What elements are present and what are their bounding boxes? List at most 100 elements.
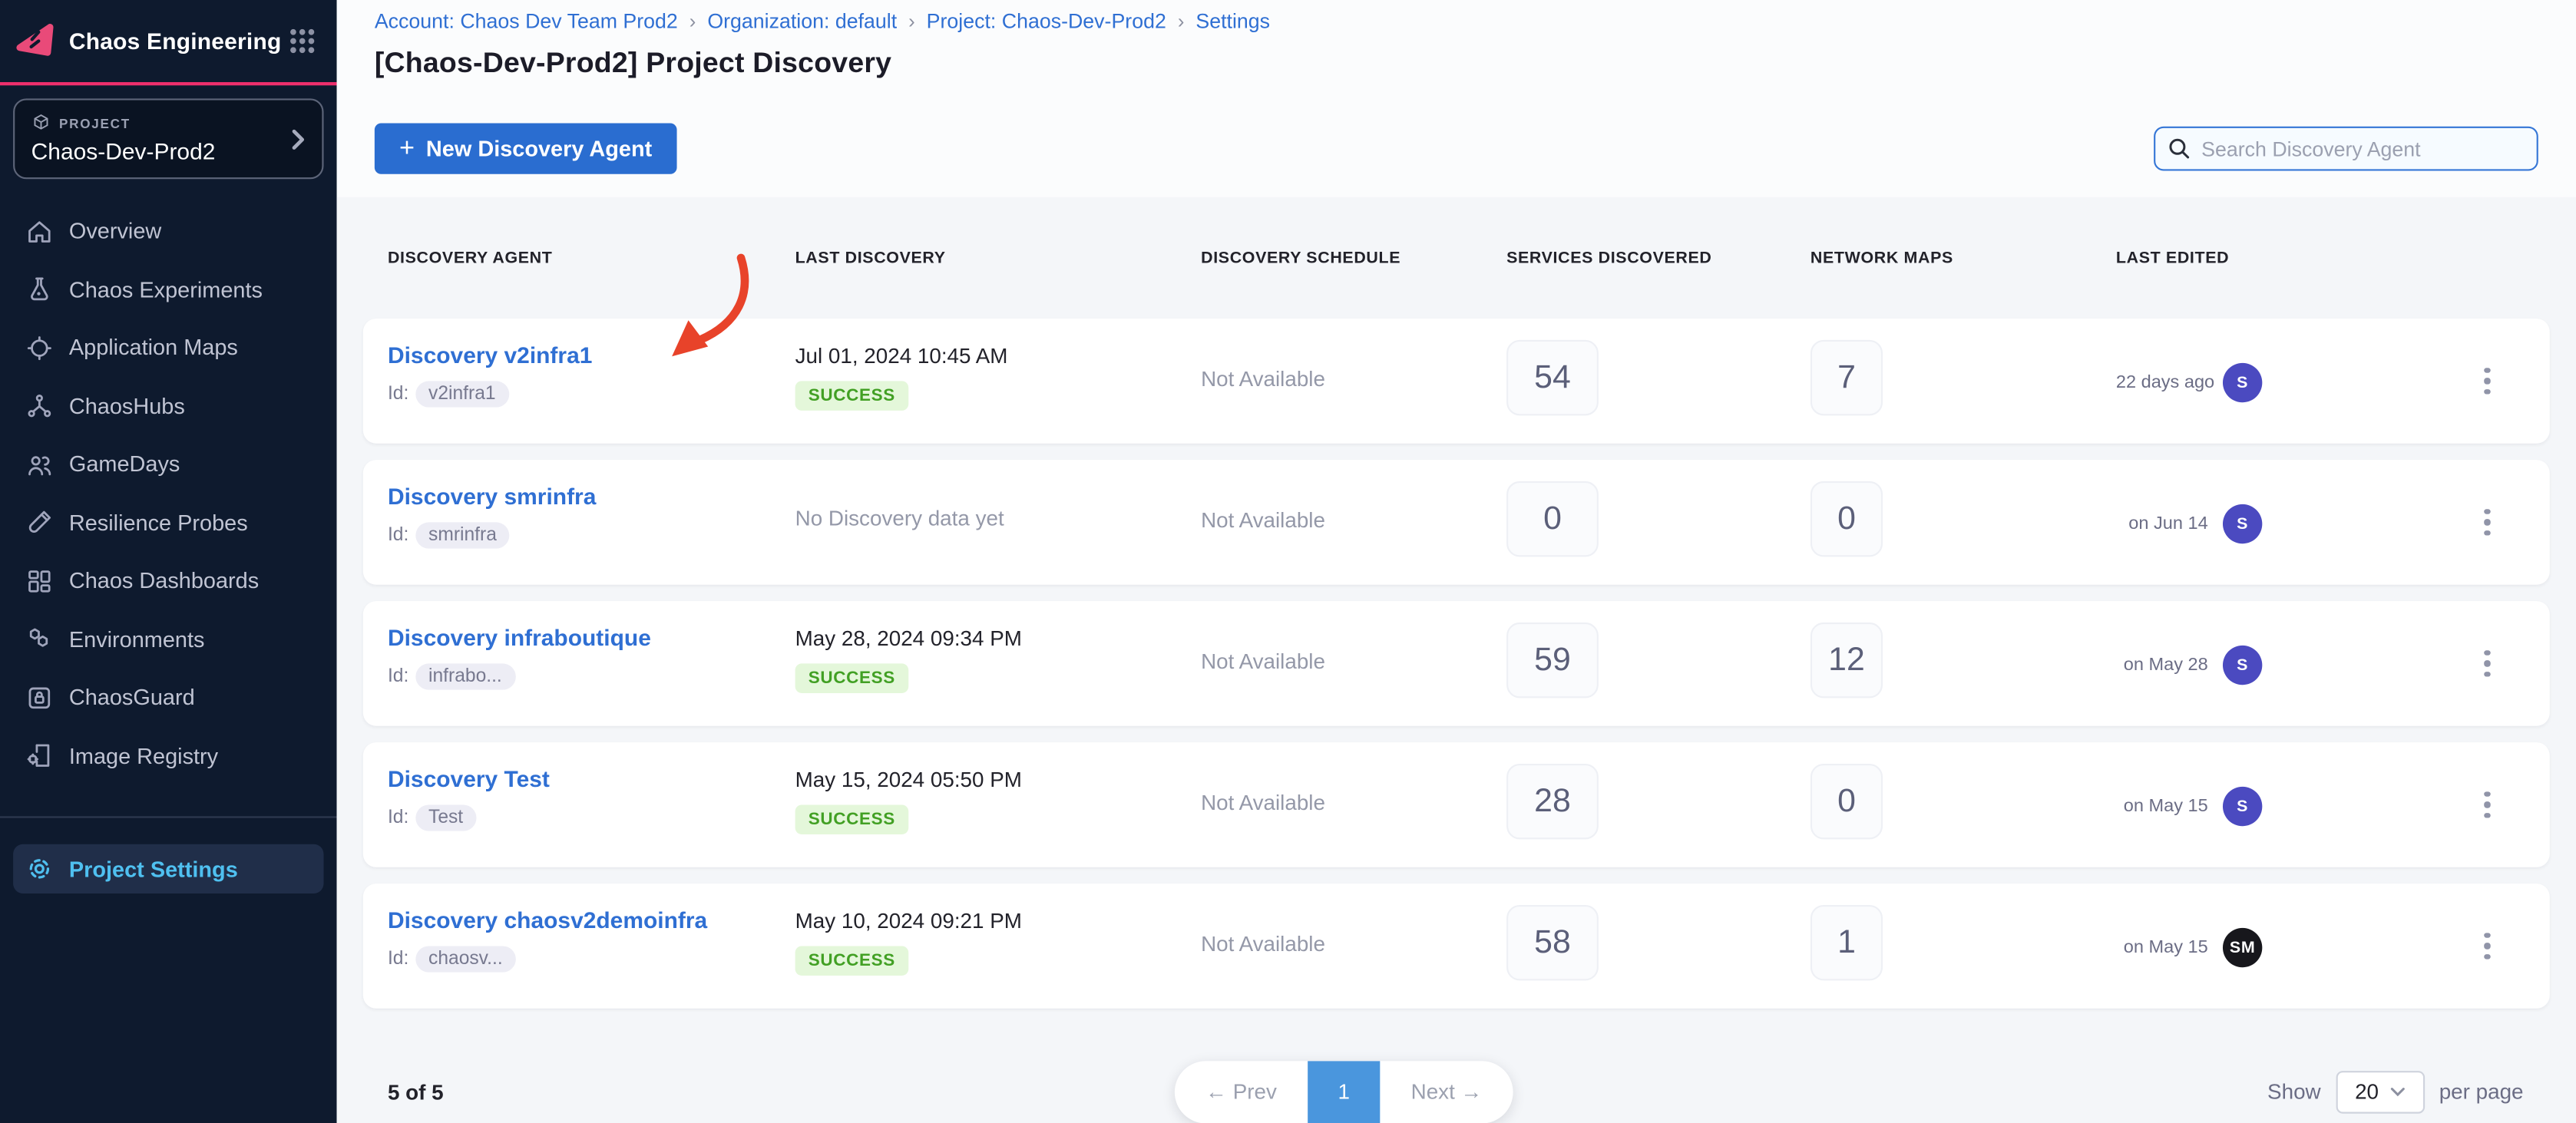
sidebar-item-label: Application Maps: [69, 335, 238, 360]
prev-page-button[interactable]: ← Prev: [1175, 1079, 1308, 1104]
pagination: 5 of 5 ← Prev 1 Next → Show 20 per page: [363, 1025, 2550, 1123]
discovery-schedule: Not Available: [1201, 507, 1325, 532]
page-size-value: 20: [2355, 1079, 2379, 1104]
breadcrumb-organization-link[interactable]: Organization: default: [707, 10, 897, 33]
sidebar-item-gamedays[interactable]: GameDays: [0, 435, 337, 494]
agent-name-link[interactable]: Discovery chaosv2demoinfra: [388, 907, 707, 933]
status-badge: SUCCESS: [795, 381, 908, 411]
services-discovered-count: 58: [1506, 905, 1599, 980]
services-discovered-count: 28: [1506, 764, 1599, 839]
network-maps-count: 7: [1810, 340, 1883, 415]
sidebar-item-overview[interactable]: Overview: [0, 202, 337, 260]
agent-id-pill: chaosv...: [415, 946, 516, 972]
breadcrumb-project-link[interactable]: Project: Chaos-Dev-Prod2: [927, 10, 1166, 33]
page-size-select[interactable]: 20: [2336, 1070, 2425, 1113]
row-menu-button[interactable]: [2474, 358, 2499, 405]
chevron-right-icon: [291, 127, 306, 150]
page-size-control: Show 20 per page: [2267, 1070, 2523, 1113]
sidebar-item-application-maps[interactable]: Application Maps: [0, 319, 337, 377]
breadcrumb-separator: ›: [689, 10, 696, 33]
services-discovered-count: 54: [1506, 340, 1599, 415]
screen: Chaos Engineering PROJECT Chaos-Dev-Prod…: [0, 0, 2576, 1123]
search-input[interactable]: [2154, 127, 2538, 171]
id-label: Id:: [388, 526, 408, 546]
table-header-row: DISCOVERY AGENT LAST DISCOVERY DISCOVERY…: [363, 197, 2550, 268]
sidebar: Chaos Engineering PROJECT Chaos-Dev-Prod…: [0, 0, 337, 1123]
sidebar-item-label: Resilience Probes: [69, 510, 248, 535]
show-label: Show: [2267, 1079, 2321, 1104]
sidebar-item-chaoshubs[interactable]: ChaosHubs: [0, 377, 337, 435]
toolbar: + New Discovery Agent: [337, 123, 2576, 173]
sidebar-item-project-settings[interactable]: Project Settings: [13, 844, 323, 893]
agent-name-link[interactable]: Discovery Test: [388, 765, 550, 791]
network-maps-count: 1: [1810, 905, 1883, 980]
agent-id-pill: smrinfra: [415, 522, 510, 548]
sidebar-item-chaos-dashboards[interactable]: Chaos Dashboards: [0, 552, 337, 610]
id-label: Id:: [388, 808, 408, 828]
breadcrumb-account-link[interactable]: Account: Chaos Dev Team Prod2: [375, 10, 678, 33]
sidebar-item-label: Environments: [69, 627, 205, 652]
table-row: Discovery Test Id:Test May 15, 2024 05:5…: [363, 742, 2550, 867]
sidebar-item-label: Project Settings: [69, 857, 238, 881]
breadcrumb-settings-link[interactable]: Settings: [1195, 10, 1270, 33]
avatar: S: [2223, 787, 2262, 826]
sidebar-item-resilience-probes[interactable]: Resilience Probes: [0, 494, 337, 552]
agent-name-link[interactable]: Discovery infraboutique: [388, 624, 651, 650]
agent-id-pill: infrabo...: [415, 663, 515, 689]
network-nodes-icon: [25, 391, 55, 421]
chevron-down-icon: [2390, 1086, 2405, 1096]
discovery-schedule: Not Available: [1201, 931, 1325, 956]
sidebar-item-label: ChaosGuard: [69, 685, 195, 710]
network-maps-count: 12: [1810, 623, 1883, 698]
last-discovery-date: May 10, 2024 09:21 PM: [795, 908, 1201, 933]
discovery-agents-table: DISCOVERY AGENT LAST DISCOVERY DISCOVERY…: [337, 197, 2576, 1123]
discovery-schedule: Not Available: [1201, 366, 1325, 391]
id-label: Id:: [388, 385, 408, 405]
col-header-discovery-agent: DISCOVERY AGENT: [388, 249, 795, 268]
gear-icon: [25, 854, 55, 884]
cube-icon: [31, 114, 51, 134]
home-icon: [25, 216, 55, 246]
sidebar-nav: Overview Chaos Experiments Application M…: [0, 202, 337, 785]
sidebar-item-environments[interactable]: Environments: [0, 610, 337, 669]
new-discovery-agent-button[interactable]: + New Discovery Agent: [375, 123, 676, 173]
sidebar-item-label: ChaosHubs: [69, 394, 185, 418]
agent-name-link[interactable]: Discovery v2infra1: [388, 342, 592, 368]
table-body: Discovery v2infra1 Id:v2infra1 Jul 01, 2…: [337, 319, 2576, 1009]
target-icon: [25, 333, 55, 363]
id-label: Id:: [388, 950, 408, 969]
per-page-label: per page: [2439, 1079, 2524, 1104]
sidebar-divider: [0, 816, 337, 817]
brand-accent-bar: [0, 82, 337, 85]
next-page-button[interactable]: Next →: [1380, 1079, 1513, 1104]
harness-chaos-logo-icon: [13, 20, 56, 63]
sidebar-item-chaosguard[interactable]: ChaosGuard: [0, 669, 337, 727]
agent-id-pill: v2infra1: [415, 381, 509, 407]
sidebar-item-label: Chaos Dashboards: [69, 569, 259, 593]
current-page-button[interactable]: 1: [1308, 1060, 1380, 1122]
no-discovery-data-text: No Discovery data yet: [795, 506, 1004, 530]
project-selector[interactable]: PROJECT Chaos-Dev-Prod2: [13, 98, 323, 179]
avatar: S: [2223, 504, 2262, 543]
col-header-discovery-schedule: DISCOVERY SCHEDULE: [1201, 249, 1506, 268]
last-edited-text: 22 days ago: [2116, 373, 2208, 393]
table-row: Discovery infraboutique Id:infrabo... Ma…: [363, 601, 2550, 726]
people-icon: [25, 450, 55, 480]
sidebar-item-image-registry[interactable]: Image Registry: [0, 727, 337, 785]
test-tube-icon: [25, 508, 55, 538]
network-maps-count: 0: [1810, 481, 1883, 557]
discovery-schedule: Not Available: [1201, 649, 1325, 673]
breadcrumb-separator: ›: [1178, 10, 1185, 33]
services-discovered-count: 0: [1506, 481, 1599, 557]
row-menu-button[interactable]: [2474, 781, 2499, 828]
sidebar-item-chaos-experiments[interactable]: Chaos Experiments: [0, 260, 337, 319]
agent-name-link[interactable]: Discovery smrinfra: [388, 483, 596, 509]
product-title: Chaos Engineering: [69, 28, 288, 54]
plus-icon: +: [399, 134, 415, 163]
row-menu-button[interactable]: [2474, 923, 2499, 969]
last-discovery-date: May 28, 2024 09:34 PM: [795, 626, 1201, 650]
col-header-network-maps: NETWORK MAPS: [1810, 249, 2116, 268]
app-switcher-grid-icon[interactable]: [287, 26, 317, 56]
row-menu-button[interactable]: [2474, 499, 2499, 546]
row-menu-button[interactable]: [2474, 640, 2499, 687]
